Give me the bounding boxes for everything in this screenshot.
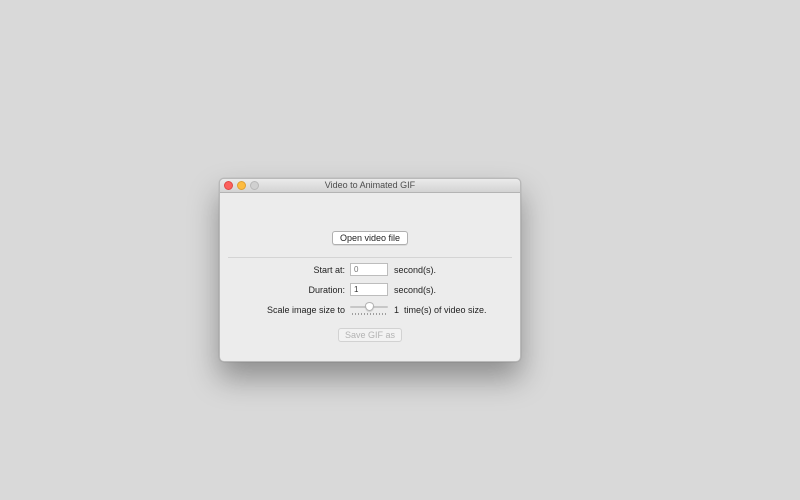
start-at-unit: second(s). [394,265,437,275]
start-at-label: Start at: [313,265,345,275]
scale-value: 1 [394,305,400,315]
scale-label: Scale image size to [266,305,345,315]
window-title: Video to Animated GIF [324,180,416,190]
save-gif-button[interactable]: Save GIF as [338,328,402,342]
title-bar[interactable]: Video to Animated GIF [220,179,520,193]
open-video-file-button[interactable]: Open video file [332,231,408,245]
duration-input[interactable] [350,283,388,296]
duration-unit: second(s). [394,285,437,295]
start-at-input[interactable] [350,263,388,276]
slider-thumb[interactable] [365,302,374,311]
slider-ticks [352,313,386,315]
scale-slider[interactable] [350,302,388,316]
scale-unit: time(s) of video size. [404,305,487,315]
main-window: Video to Animated GIF Open video file St… [219,178,521,362]
duration-label: Duration: [308,285,345,295]
separator [228,257,512,258]
